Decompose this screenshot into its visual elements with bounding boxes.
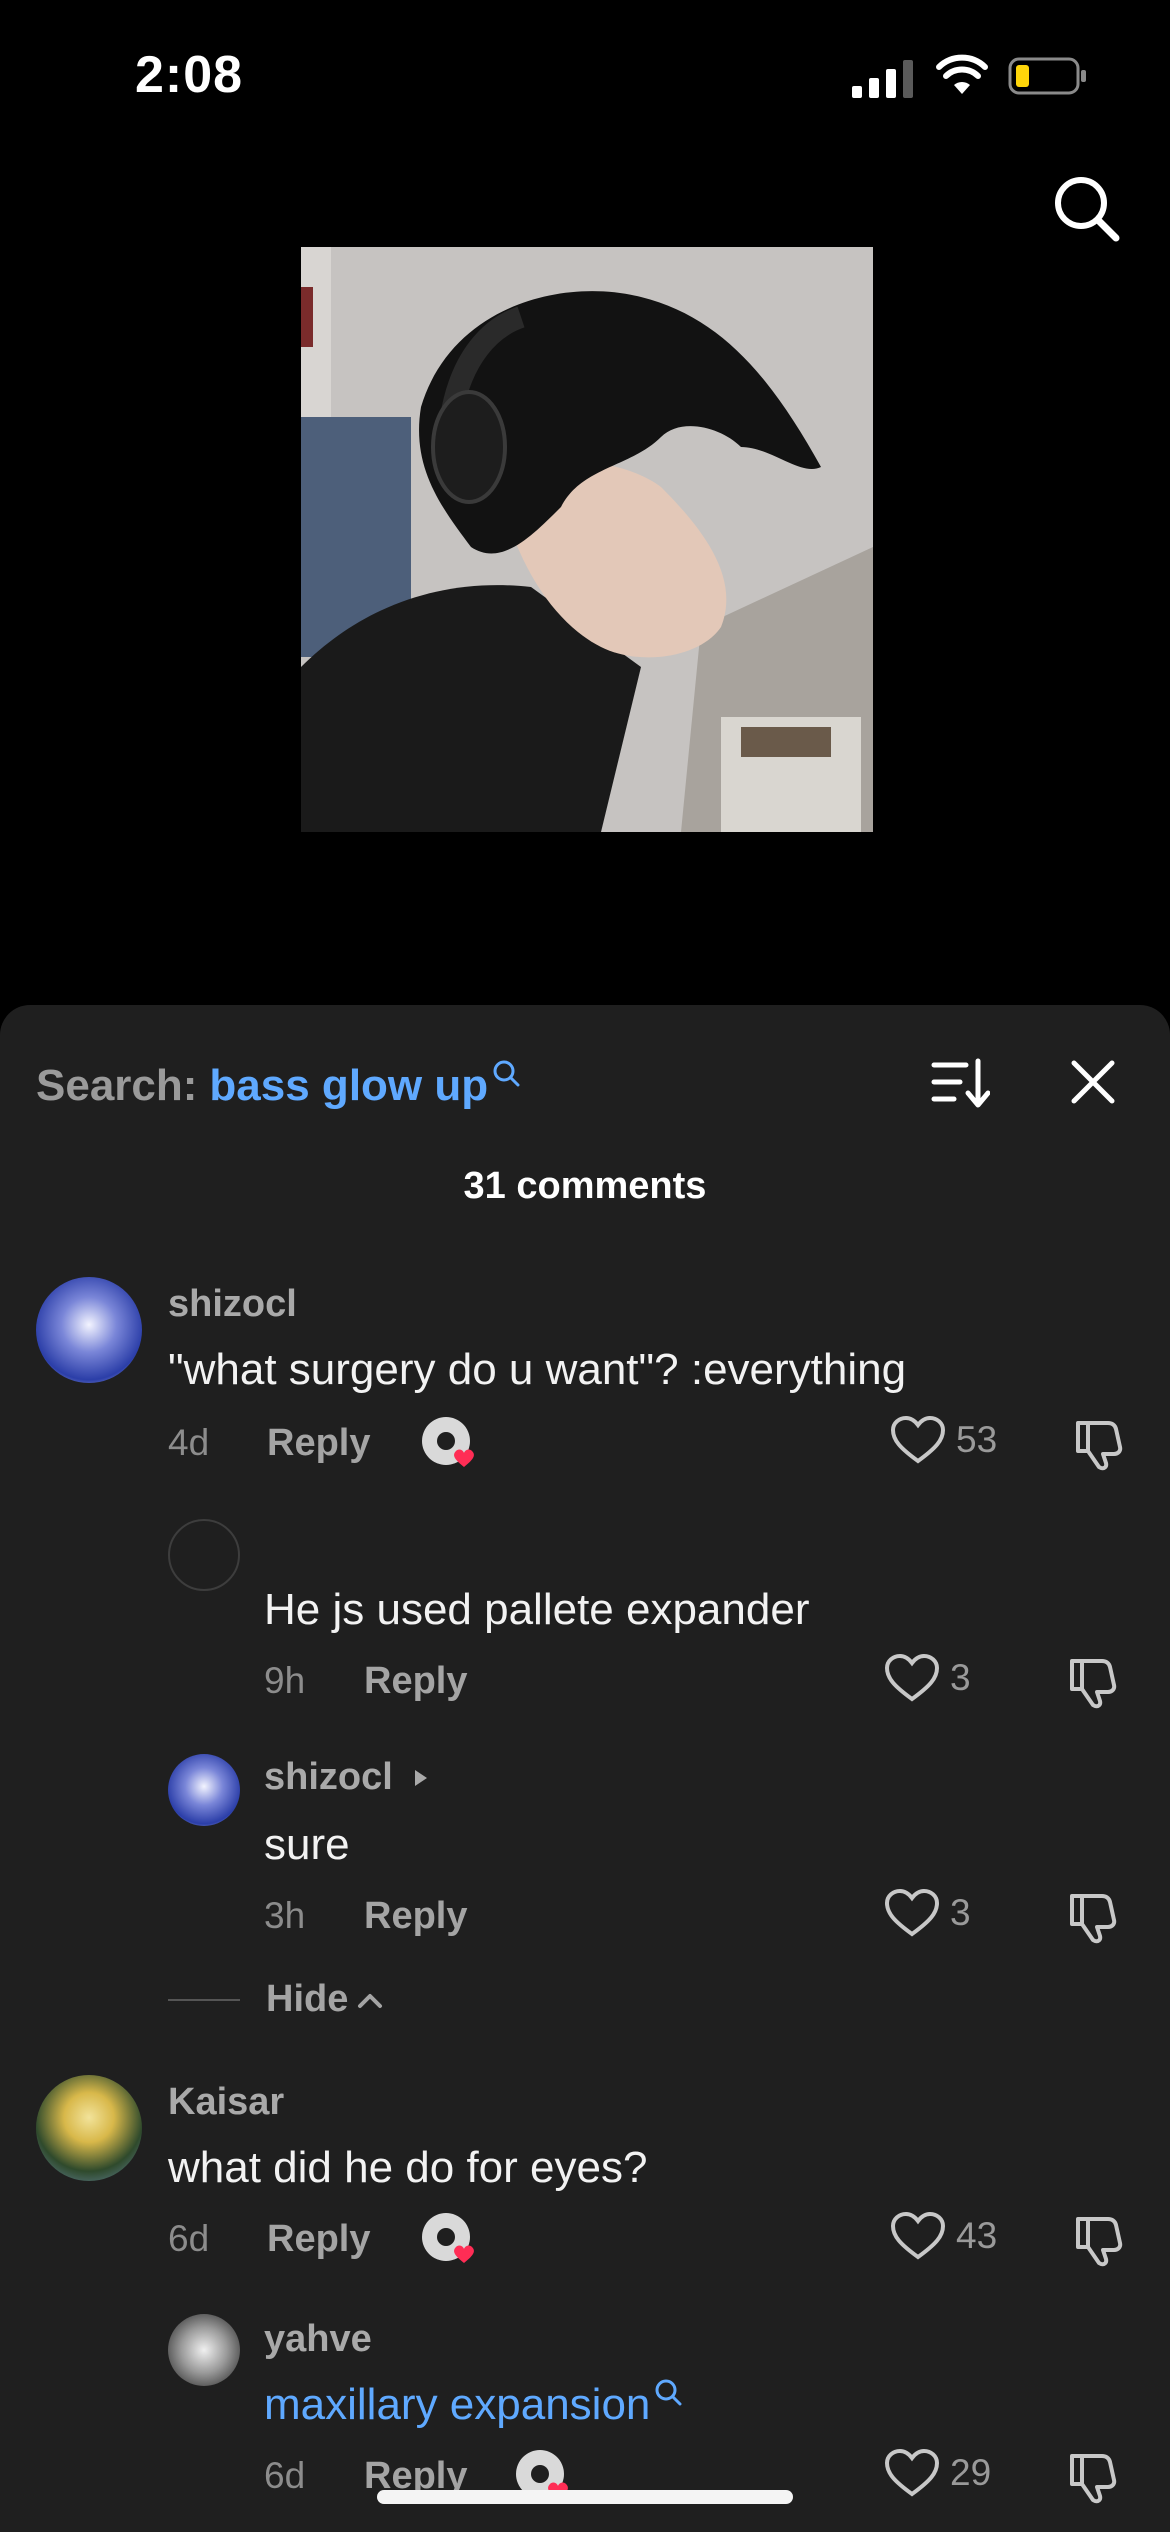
hide-label: Hide (266, 1978, 349, 2020)
dislike-icon[interactable] (1066, 1653, 1122, 1709)
search-term-link[interactable]: maxillary expansion (264, 2380, 650, 2430)
battery-icon (1008, 57, 1086, 95)
reply-button[interactable]: Reply (267, 2218, 370, 2261)
like-button[interactable]: 29 (884, 2448, 991, 2498)
comments-count: 31 comments (463, 1165, 707, 1207)
heart-icon (890, 1415, 946, 1464)
search-icon (655, 2379, 682, 2406)
search-icon[interactable] (1050, 172, 1122, 244)
comment-age: 4d (168, 1422, 210, 1463)
search-icon (493, 1060, 520, 1087)
avatar[interactable] (168, 1754, 240, 1826)
comment-username-text: shizocl (264, 1756, 393, 1798)
dislike-icon[interactable] (1072, 2211, 1128, 2267)
home-indicator[interactable] (377, 2490, 793, 2504)
comment-text: maxillary expansion (264, 2379, 682, 2430)
reply-button[interactable]: Reply (364, 1895, 467, 1938)
comment-username[interactable]: Kaisar (168, 2081, 284, 2124)
comment-text: He js used pallete expander (264, 1585, 810, 1634)
divider (168, 1998, 240, 2001)
avatar[interactable] (168, 2314, 240, 2386)
dislike-icon[interactable] (1066, 2448, 1122, 2504)
comment-age: 3h (264, 1895, 306, 1936)
like-count: 43 (956, 2215, 998, 2256)
comment-username[interactable]: yahve (264, 2318, 372, 2361)
heart-icon (890, 2211, 946, 2260)
comment-text: sure (264, 1820, 350, 1869)
status-bar: 2:08 (0, 0, 1170, 150)
reply-button[interactable]: Reply (267, 1422, 370, 1465)
like-count: 29 (950, 2452, 992, 2493)
reply-to-caret-icon (414, 1769, 427, 1786)
like-count: 53 (956, 1419, 998, 1460)
reply-button[interactable]: Reply (364, 1660, 467, 1703)
comment-age: 9h (264, 1660, 306, 1701)
heart-icon (884, 1653, 940, 1702)
search-suggestion[interactable]: Search: bass glow up (36, 1053, 520, 1119)
status-time: 2:08 (135, 46, 244, 104)
comment-age: 6d (264, 2455, 306, 2496)
avatar[interactable] (36, 1277, 142, 1383)
comments-sheet: Search: bass glow up 31 comments shizocl… (0, 1005, 1170, 2532)
hide-replies-button[interactable]: Hide (168, 1978, 384, 2021)
comment-username[interactable]: shizocl (168, 1283, 297, 1326)
avatar[interactable] (168, 1519, 240, 1591)
search-label: Search: (36, 1061, 198, 1110)
video-preview[interactable] (301, 247, 873, 832)
signal-icon (852, 60, 913, 98)
like-button[interactable]: 3 (884, 1653, 971, 1703)
like-button[interactable]: 3 (884, 1888, 971, 1938)
like-count: 3 (950, 1657, 971, 1698)
comment-text: what did he do for eyes? (168, 2143, 648, 2192)
search-term-link[interactable]: bass glow up (209, 1061, 488, 1111)
chevron-up-icon (358, 1993, 383, 2008)
creator-liked-icon (422, 1417, 474, 1467)
dislike-icon[interactable] (1066, 1888, 1122, 1944)
heart-icon (884, 1888, 940, 1937)
comment-username[interactable]: shizocl (264, 1756, 431, 1799)
like-button[interactable]: 43 (890, 2211, 997, 2261)
wifi-icon (936, 54, 988, 94)
creator-liked-icon (422, 2213, 474, 2263)
video-frame-image (301, 247, 873, 832)
sort-icon[interactable] (930, 1053, 990, 1111)
comment-age: 6d (168, 2218, 210, 2259)
close-icon[interactable] (1068, 1057, 1118, 1107)
comment-text: "what surgery do u want"? :everything (168, 1345, 907, 1394)
avatar[interactable] (36, 2075, 142, 2181)
heart-icon (884, 2448, 940, 2497)
dislike-icon[interactable] (1072, 1415, 1128, 1471)
like-count: 3 (950, 1892, 971, 1933)
like-button[interactable]: 53 (890, 1415, 997, 1465)
